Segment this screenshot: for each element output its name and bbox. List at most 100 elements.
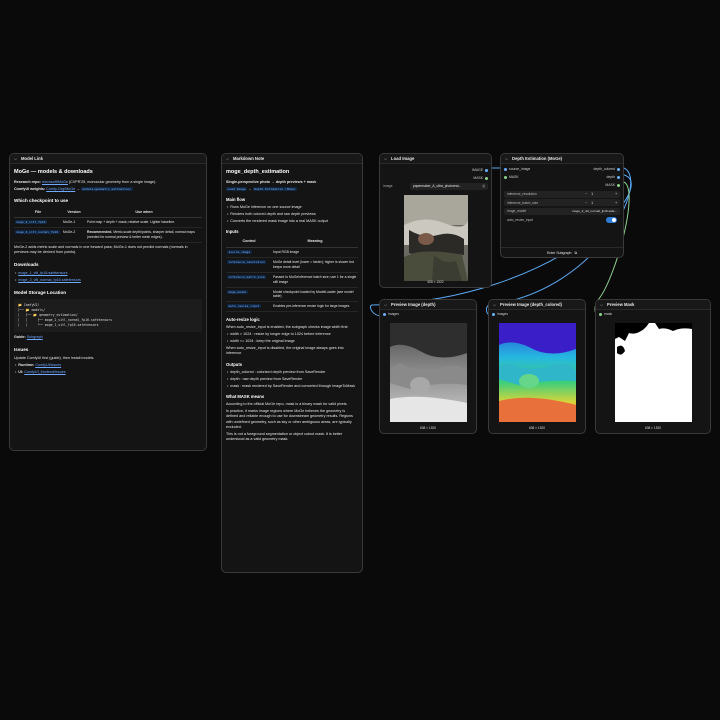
table-row: moge_model Model checkpoint loaded by Mod… [226, 287, 358, 303]
preview-colored-node[interactable]: ⌵ Preview Image (depth_colored) images 6… [488, 299, 586, 434]
input-images-port[interactable]: images [492, 312, 508, 316]
mask-preview-image [615, 323, 692, 422]
research-link[interactable]: microsoft/MoGe [42, 180, 68, 184]
chip-depth-estimation: Depth Estimation (MoGe) [252, 186, 298, 191]
chip-load-image: Load Image [226, 186, 248, 191]
image-size-caption: 608 × 1520 [419, 426, 437, 430]
checkpoint-table: File Version Use when moge_2_vitl_fp16 M… [14, 207, 202, 244]
col-version: Version [62, 207, 86, 219]
col-file: File [14, 207, 62, 219]
model-link-node[interactable]: ⌵ Model Link MoGe — models & downloads R… [9, 153, 207, 451]
download-link[interactable]: moge_2_vitl_normal_fp16.safetensors [18, 278, 81, 282]
upload-icon[interactable]: ⎙ [482, 184, 485, 188]
toggle-switch[interactable] [606, 216, 617, 223]
issues-link[interactable]: ComfyUI/issues [35, 363, 61, 367]
table-row: moge_2_vitl_fp16 MoGe-1 Point map + dept… [14, 217, 202, 229]
preview-depth-node[interactable]: ⌵ Preview Image (depth) images 608 × 152… [379, 299, 477, 434]
chevron-down-icon[interactable]: ⌵ [505, 156, 508, 161]
list-item: Converts the rendered mask image into a … [230, 219, 358, 224]
storage-tree: 📂 ComfyUI/ ├── 📂 models/ │ ├── 📂 geometr… [14, 299, 202, 333]
what-p2: In practice, it marks image regions wher… [226, 408, 353, 429]
guide-link[interactable]: Subgraph [27, 335, 43, 339]
markdown-note-node[interactable]: ⌵ Markdown Note moge_depth_estimation Si… [221, 153, 363, 573]
preview-colored-header[interactable]: ⌵ Preview Image (depth_colored) [489, 300, 585, 310]
outputs-heading: Outputs [226, 361, 243, 367]
chevron-down-icon[interactable]: ⌵ [493, 302, 496, 307]
chevron-down-icon[interactable]: ⌵ [600, 302, 603, 307]
image-size-caption: 608 × 1520 [644, 426, 662, 430]
research-line: Research repo: microsoft/MoGe (CVPR'25, … [14, 179, 157, 184]
markdown-note-header[interactable]: ⌵ Markdown Note [222, 154, 362, 164]
autoresize-heading: Auto-resize logic [226, 317, 260, 323]
doc-title: MoGe — models & downloads [14, 169, 93, 175]
preview-mask-header[interactable]: ⌵ Preview Mask [596, 300, 710, 310]
what-p1: According to the official MoGe repo, mas… [226, 401, 348, 406]
chevron-down-icon[interactable]: ⌵ [226, 156, 229, 161]
list-item: depth : raw depth preview from SaveRende… [230, 377, 358, 382]
chevron-down-icon[interactable]: ⌵ [384, 302, 387, 307]
subgraph-icon: ⧉ [574, 250, 578, 255]
increment-icon: + [615, 200, 617, 205]
node-title: Preview Mask [607, 302, 635, 307]
what-p3: This is not a foreground segmentation or… [226, 431, 343, 442]
decrement-icon: − [585, 192, 588, 196]
storage-heading: Model Storage Location [14, 289, 67, 295]
depth-preview-image [390, 323, 467, 422]
increment-icon: + [615, 192, 617, 196]
main-flow-heading: Main flow [226, 197, 246, 203]
inputs-table: Control Meaning source_image Input RGB ima… [226, 237, 358, 313]
inference-batch-size-widget[interactable]: inference_batch_size −1 + [504, 199, 620, 206]
decrement-icon: − [585, 200, 588, 205]
note-title: moge_depth_estimation [226, 169, 290, 175]
node-title: Markdown Note [233, 156, 265, 161]
depth-estimation-header[interactable]: ⌵ Depth Estimation (MoGe) [501, 154, 623, 164]
chevron-down-icon[interactable]: ⌵ [14, 156, 17, 161]
load-image-node[interactable]: ⌵ Load Image IMAGE MASK image papermaker… [379, 153, 492, 288]
input-source-image-port[interactable]: source_image [504, 167, 530, 171]
node-title: Depth Estimation (MoGe) [512, 156, 563, 161]
downloads-heading: Downloads [14, 261, 39, 267]
weights-line: ComfyUI weights: Comfy-Org/MoGe → models… [14, 186, 133, 191]
model-link-header[interactable]: ⌵ Model Link [10, 154, 206, 164]
chevron-down-icon[interactable]: ⌵ [384, 156, 387, 161]
node-title: Preview Image (depth_colored) [500, 302, 562, 307]
weights-link[interactable]: Comfy-Org/MoGe [46, 187, 75, 191]
list-item: Renders both colored depth and raw depth… [230, 212, 358, 217]
download-link[interactable]: moge_1_vitl_fp16.safetensors [18, 271, 67, 275]
inputs-heading: Inputs [226, 229, 239, 235]
issues-heading: Issues [14, 346, 29, 352]
output-image-port[interactable]: IMAGE [472, 168, 488, 172]
output-depth-port[interactable]: depth [607, 175, 620, 179]
checkpoint-heading: Which checkpoint to use [14, 198, 69, 204]
image-file-select[interactable]: papermaker_A_ultra_photoreal... ⎙ [410, 182, 488, 190]
input-images-port[interactable]: images [383, 312, 399, 316]
output-mask-port[interactable]: MASK [605, 183, 620, 187]
preview-mask-node[interactable]: ⌵ Preview Mask mask 608 × 1520 [595, 299, 711, 434]
file-link[interactable]: moge_2_vitl_fp16 [15, 220, 47, 225]
list-item: depth_colored : colorized depth preview … [230, 370, 358, 375]
input-mask-port[interactable]: mask [599, 312, 612, 316]
auto-resize-toggle[interactable]: auto_resize_input [504, 216, 620, 223]
autoresize-disabled: When auto_resize_input is disabled, the … [226, 345, 344, 356]
node-title: Preview Image (depth) [391, 302, 436, 307]
moge-model-select[interactable]: moge_model moge_2_vitl_normal_fp16.safe.… [504, 207, 620, 215]
image-widget-label: image [383, 184, 393, 188]
list-item: Runs MoGe inference on one source image [230, 205, 358, 210]
output-mask-port[interactable]: MASK [473, 176, 488, 180]
enter-subgraph-button[interactable]: Enter Subgraph ⧉ [501, 247, 623, 257]
depth-estimation-node[interactable]: ⌵ Depth Estimation (MoGe) source_image d… [500, 153, 624, 258]
list-item: width > 1024 : resize by longer edge to … [230, 332, 358, 337]
issues-link[interactable]: ComfyUI_frontend/issues [24, 370, 65, 374]
input-mask-port[interactable]: MASK [504, 175, 519, 179]
model-note: MoGe-2 adds metric scale and normals in … [14, 245, 188, 255]
image-size-caption: 608 × 1520 [427, 280, 444, 284]
col-use: Use when [86, 207, 202, 219]
preview-depth-header[interactable]: ⌵ Preview Image (depth) [380, 300, 476, 310]
output-depth-colored-port[interactable]: depth_colored [594, 167, 620, 171]
file-link[interactable]: moge_2_vitl_normal_fp16 [15, 230, 60, 235]
weights-path-code: models/geometry_estimation/ [81, 186, 133, 191]
inference-resolution-widget[interactable]: inference_resolution −1 + [504, 190, 620, 198]
table-row: inference_batch_size Passed to MoGeInfere… [226, 272, 358, 288]
load-image-header[interactable]: ⌵ Load Image [380, 154, 491, 164]
colored-depth-preview-image [499, 323, 576, 422]
